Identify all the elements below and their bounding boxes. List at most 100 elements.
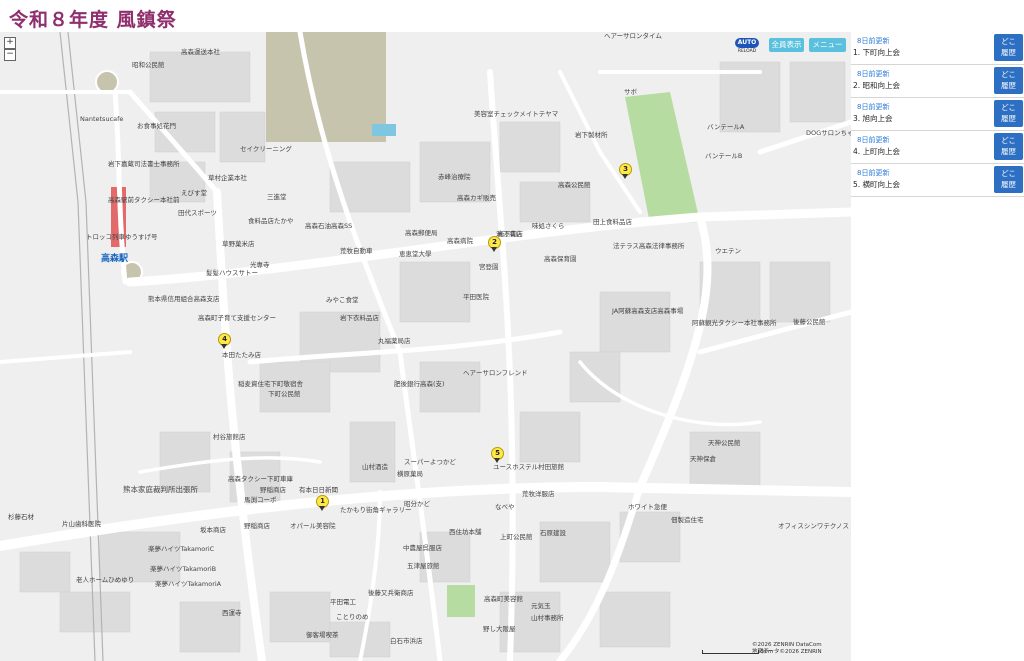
map-label: 西運寺 <box>222 609 242 617</box>
header: 令和８年度 風鎮祭 <box>0 0 1024 32</box>
attribution-line: 地図データ©2026 ZENRIN <box>752 649 822 655</box>
marker-pin-3[interactable]: 3 <box>619 163 632 179</box>
map-label: 熊本県信用組合高森支店 <box>148 295 220 303</box>
map-label: 後藤公民館 <box>793 318 826 326</box>
map-label: バンテールA <box>707 123 745 131</box>
map-label: 熊本家庭裁判所出張所 <box>123 485 198 494</box>
map-label: 阿蘇観光タクシー本社事務所 <box>692 319 777 327</box>
scale-bar-icon <box>702 649 759 654</box>
group-name: 3. 旭向上会 <box>853 114 893 123</box>
map-label: 高森駅前タクシー本社前 <box>108 196 180 204</box>
map-label: 高森郵便局 <box>405 229 438 237</box>
marker-pin-2[interactable]: 2 <box>488 236 501 252</box>
map-label: 昭分かど <box>404 500 430 508</box>
map-label: 杉藤石材 <box>8 513 34 521</box>
map-label: 天神保倉 <box>690 455 716 463</box>
list-item[interactable]: 8日前更新 4. 上町向上会 どこ 履歴 <box>851 131 1024 164</box>
map-label: セイクリーニング <box>240 145 292 153</box>
map-label: 岩下衣料品店 <box>340 314 379 322</box>
map-label: ウエテン <box>715 247 741 255</box>
auto-reload-label: AUTO <box>735 38 759 48</box>
map-label: 三進堂 <box>267 193 287 201</box>
map-label: 岩下製材所 <box>575 131 608 139</box>
map-label: 昭和公民館 <box>132 61 165 69</box>
updated-label: 8日前更新 <box>857 37 890 45</box>
map-view[interactable]: ヘアーサロンタイム 高森運送本社 昭和公民館 Nantetsucafe お食事処… <box>0 32 851 661</box>
map-label: 肥後銀行高森(支) <box>394 380 445 388</box>
map-label: 高森公民館 <box>558 181 591 189</box>
map-label: 稲麦資住宅下町敬宿舎 <box>238 380 303 388</box>
where-history-button[interactable]: どこ 履歴 <box>994 133 1023 160</box>
map-label: えびす堂 <box>181 189 207 197</box>
list-item[interactable]: 8日前更新 1. 下町向上会 どこ 履歴 <box>851 32 1024 65</box>
map-attribution: ©2026 ZENRIN DataCom 地図データ©2026 ZENRIN <box>752 642 822 656</box>
map-label: 天神公民館 <box>708 439 741 447</box>
map-label: 荒牧自動車 <box>340 247 373 255</box>
group-name: 1. 下町向上会 <box>853 48 901 57</box>
map-label: 上町公民館 <box>500 533 533 541</box>
map-label: 味処さくら <box>532 222 565 230</box>
map-label: 田代スポーツ <box>178 209 217 217</box>
map-label: 楽夢ハイツTakamoriA <box>155 580 222 588</box>
map-label: ホワイト急便 <box>628 503 667 511</box>
updated-label: 8日前更新 <box>857 70 890 78</box>
page-title: 令和８年度 風鎮祭 <box>9 9 177 31</box>
map-label: バンテールB <box>705 152 743 160</box>
marker-pin-5[interactable]: 5 <box>491 447 504 463</box>
map-label: 美容室チェックメイトテヤマ <box>474 110 559 118</box>
map-label: 楽夢ハイツTakamoriB <box>150 565 217 573</box>
map-label: 光專寺 <box>250 261 270 269</box>
list-item[interactable]: 8日前更新 2. 昭和向上会 どこ 履歴 <box>851 65 1024 98</box>
map-label: 五津屋旅館 <box>407 562 440 570</box>
map-label: なべや <box>495 503 515 511</box>
auto-reload-button[interactable]: AUTO RELOAD <box>735 38 759 60</box>
map-label: 草野菓米店 <box>222 240 255 248</box>
map-label: 高森石油高森SS <box>305 222 353 230</box>
group-list-panel: 8日前更新 1. 下町向上会 どこ 履歴 8日前更新 2. 昭和向上会 どこ 履歴 … <box>851 32 1024 661</box>
map-label: 野し大阪屋 <box>483 625 516 633</box>
map-label: 草村企業本社 <box>208 174 247 182</box>
map-label: 岩下嘉蔵司法書士事務所 <box>108 160 180 168</box>
map-label: 馬渕コーポ <box>244 496 277 504</box>
marker-pin-1[interactable]: 1 <box>316 495 329 511</box>
map-label: 高森病院 <box>447 237 473 245</box>
map-label: 村谷旅館店 <box>213 433 246 441</box>
map-label: ユースホステル村田旅館 <box>493 463 565 471</box>
map-label: 山村酒造 <box>362 463 388 471</box>
map-label: 坂本商店 <box>200 526 226 534</box>
menu-button[interactable]: メニュー <box>809 38 846 52</box>
where-history-button[interactable]: どこ 履歴 <box>994 67 1023 94</box>
zoom-out-button[interactable]: − <box>4 49 16 61</box>
map-label: オパール美容院 <box>290 522 336 530</box>
where-history-button[interactable]: どこ 履歴 <box>994 166 1023 193</box>
zoom-in-button[interactable]: + <box>4 37 16 49</box>
map-label: 佃製造住宅 <box>671 516 704 524</box>
where-history-button[interactable]: どこ 履歴 <box>994 100 1023 127</box>
marker-pin-4[interactable]: 4 <box>218 333 231 349</box>
where-history-button[interactable]: どこ 履歴 <box>994 34 1023 61</box>
map-label: 高森カギ販売 <box>457 194 496 202</box>
map-label: たかもり街角ギャラリー <box>340 506 412 514</box>
map-label: 元気玉 <box>531 602 551 610</box>
map-label: スーパーよつかど <box>404 458 456 466</box>
map-label: 恵恵堂大學 <box>399 250 432 258</box>
map-label: 野稲商店 <box>244 522 270 530</box>
map-label: 田上食料品店 <box>593 218 632 226</box>
map-label: DOGサロンちゃちゃ <box>806 129 851 137</box>
map-label: 後藤又兵衛商店 <box>368 589 414 597</box>
map-label: 石原建設 <box>540 529 566 537</box>
map-label: トロッコ列車ゆうすげ号 <box>86 233 158 241</box>
map-label: 老人ホームひめゆり <box>76 576 135 584</box>
updated-label: 8日前更新 <box>857 169 890 177</box>
group-name: 5. 横町向上会 <box>853 180 901 189</box>
map-label: 平田医院 <box>463 293 489 301</box>
map-label: 髪髪ハウスサトー <box>206 269 258 277</box>
map-label: 中農屋呉服店 <box>403 544 442 552</box>
map-label: 楽夢ハイツTakamoriC <box>148 545 215 553</box>
show-all-button[interactable]: 全員表示 <box>769 38 804 52</box>
map-label: 片山歯科医院 <box>62 520 101 528</box>
map-label: 御客場喫茶 <box>306 631 339 639</box>
list-item[interactable]: 8日前更新 5. 横町向上会 どこ 履歴 <box>851 164 1024 197</box>
list-item[interactable]: 8日前更新 3. 旭向上会 どこ 履歴 <box>851 98 1024 131</box>
map-label: みやこ食堂 <box>326 296 359 304</box>
